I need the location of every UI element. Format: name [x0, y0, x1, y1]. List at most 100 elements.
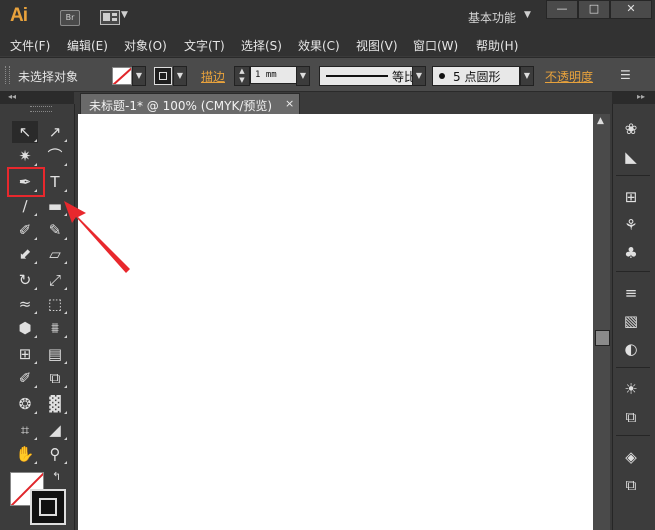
stroke-width-field[interactable]: 1 mm [250, 66, 300, 84]
appearance-panel-icon[interactable]: ☀ [618, 377, 644, 401]
panel-group-divider [616, 175, 650, 176]
panel-menu-icon[interactable]: ☰ [620, 68, 631, 82]
menu-select[interactable]: 选择(S) [241, 37, 282, 54]
brushes-panel-icon[interactable]: ⚘ [618, 213, 644, 237]
zoom-tool-icon[interactable]: ⚲ [42, 443, 68, 465]
tool-flyout-indicator [64, 437, 67, 440]
free-transform-tool-icon[interactable]: ⬚ [42, 293, 68, 315]
tool-flyout-indicator [64, 411, 67, 414]
menu-object[interactable]: 对象(O) [124, 37, 167, 54]
tool-flyout-indicator [34, 163, 37, 166]
menu-file[interactable]: 文件(F) [10, 37, 50, 54]
stroke-panel-icon[interactable]: ≡ [618, 281, 644, 305]
tool-flyout-indicator [34, 139, 37, 142]
stroke-width-stepper[interactable]: ▲ ▼ [234, 66, 250, 86]
document-tab[interactable]: 未标题-1* @ 100% (CMYK/预览) × [80, 93, 300, 114]
gradient-panel-icon[interactable]: ▧ [618, 309, 644, 333]
opacity-link[interactable]: 不透明度 [545, 68, 593, 85]
chevron-down-icon[interactable]: ▼ [412, 66, 426, 86]
chevron-down-icon[interactable]: ▼ [132, 66, 146, 86]
grip-handle[interactable] [30, 106, 52, 112]
column-graph-tool-icon[interactable]: ▓ [42, 393, 68, 415]
tool-flyout-indicator [34, 361, 37, 364]
color-guide-icon[interactable]: ◣ [618, 145, 644, 169]
brush-definition-select[interactable]: 5 点圆形 [432, 66, 520, 86]
artboard-canvas[interactable] [78, 114, 593, 530]
gradient-tool-icon[interactable]: ▤ [42, 343, 68, 365]
perspective-grid-tool-icon[interactable]: ⩩ [42, 317, 68, 339]
scrollbar-thumb[interactable] [595, 330, 610, 346]
paintbrush-tool-icon[interactable]: ✐ [12, 219, 38, 241]
app-logo: Ai [10, 5, 28, 26]
grip-handle[interactable] [5, 66, 10, 84]
selection-tool-icon[interactable]: ↖ [12, 121, 38, 143]
selection-status: 未选择对象 [18, 70, 79, 84]
stroke-label-link[interactable]: 描边 [201, 68, 225, 85]
close-button[interactable]: ✕ [610, 0, 652, 19]
chevron-down-icon[interactable]: ▼ [520, 66, 534, 86]
type-tool-icon[interactable]: T [42, 171, 68, 193]
right-dock-header [612, 92, 655, 104]
mesh-tool-icon[interactable]: ⊞ [12, 343, 38, 365]
graphic-styles-panel-icon[interactable]: ⧉ [618, 405, 644, 429]
bridge-button[interactable]: Br [60, 10, 80, 26]
tool-flyout-indicator [64, 189, 67, 192]
hand-tool-icon[interactable]: ✋ [12, 443, 38, 465]
minimize-button[interactable]: — [546, 0, 578, 19]
pen-tool-highlight [7, 167, 45, 197]
chevron-down-icon[interactable]: ▼ [173, 66, 187, 86]
control-bar: 未选择对象 ▼ ▼ 描边 ▲ ▼ 1 mm ▼ 等比 ▼ 5 点圆形 ▼ 不透明度… [0, 57, 655, 92]
tool-flyout-indicator [34, 237, 37, 240]
collapse-icon[interactable]: ◂◂ [8, 92, 16, 101]
slice-tool-icon[interactable]: ◢ [42, 419, 68, 441]
chevron-down-icon[interactable]: ▼ [296, 66, 310, 86]
eyedropper-tool-icon[interactable]: ✐ [12, 367, 38, 389]
blob-brush-tool-icon[interactable]: ⬋ [12, 243, 38, 265]
chevron-down-icon[interactable]: ▼ [121, 10, 128, 20]
stroke-swatch-large[interactable] [30, 489, 66, 525]
line-segment-tool-icon[interactable]: ∕ [12, 195, 38, 217]
workspace-switcher[interactable]: 基本功能 [468, 9, 516, 26]
swap-fill-stroke-icon[interactable]: ↰ [52, 470, 61, 483]
tool-flyout-indicator [64, 163, 67, 166]
color-panel-icon[interactable]: ❀ [618, 117, 644, 141]
artboards-panel-icon[interactable]: ⧉ [618, 473, 644, 497]
magic-wand-tool-icon[interactable]: ✷ [12, 145, 38, 167]
stroke-color-swatch[interactable] [154, 67, 172, 85]
layers-panel-icon[interactable]: ◈ [618, 445, 644, 469]
menu-bar: 文件(F) 编辑(E) 对象(O) 文字(T) 选择(S) 效果(C) 视图(V… [0, 34, 655, 56]
blend-tool-icon[interactable]: ⧉ [42, 367, 68, 389]
variable-width-profile-select[interactable]: 等比 [319, 66, 425, 86]
close-icon[interactable]: × [285, 97, 294, 110]
menu-window[interactable]: 窗口(W) [413, 37, 458, 54]
vertical-scrollbar[interactable] [593, 114, 610, 530]
menu-edit[interactable]: 编辑(E) [67, 37, 108, 54]
arrange-documents-icon[interactable] [100, 10, 120, 25]
tool-flyout-indicator [64, 461, 67, 464]
transparency-panel-icon[interactable]: ◐ [618, 337, 644, 361]
menu-view[interactable]: 视图(V) [356, 37, 398, 54]
tool-flyout-indicator [34, 411, 37, 414]
menu-effect[interactable]: 效果(C) [298, 37, 340, 54]
tool-flyout-indicator [34, 335, 37, 338]
direct-selection-tool-icon[interactable]: ↗ [42, 121, 68, 143]
tool-flyout-indicator [34, 385, 37, 388]
symbols-panel-icon[interactable]: ♣ [618, 241, 644, 265]
expand-icon[interactable]: ▸▸ [637, 92, 645, 101]
maximize-button[interactable]: □ [578, 0, 610, 19]
chevron-down-icon[interactable]: ▼ [524, 10, 531, 20]
symbol-sprayer-tool-icon[interactable]: ❂ [12, 393, 38, 415]
width-tool-icon[interactable]: ≈ [12, 293, 38, 315]
profile-line-preview [326, 75, 388, 77]
menu-help[interactable]: 帮助(H) [476, 37, 518, 54]
shape-builder-tool-icon[interactable]: ⬢ [12, 317, 38, 339]
rotate-tool-icon[interactable]: ↻ [12, 269, 38, 291]
lasso-tool-icon[interactable]: ⌒ [42, 145, 68, 167]
panel-group-divider [616, 367, 650, 368]
scroll-up-icon[interactable]: ▲ [597, 116, 604, 126]
tool-flyout-indicator [64, 361, 67, 364]
menu-type[interactable]: 文字(T) [184, 37, 225, 54]
artboard-tool-icon[interactable]: ⌗ [12, 419, 38, 441]
fill-color-swatch[interactable] [112, 67, 132, 85]
swatches-panel-icon[interactable]: ⊞ [618, 185, 644, 209]
